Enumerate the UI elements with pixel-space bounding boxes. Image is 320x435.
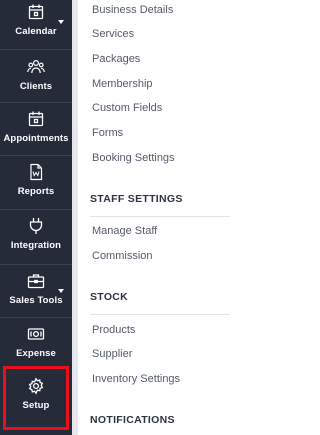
chevron-down-icon[interactable] (58, 289, 64, 293)
link-booking-settings[interactable]: Booking Settings (92, 152, 175, 164)
reports-icon (27, 163, 45, 181)
sidebar-item-label: Integration (10, 240, 62, 251)
link-commission[interactable]: Commission (92, 250, 153, 262)
sidebar-item-label: Expense (16, 348, 56, 359)
divider (0, 209, 72, 210)
divider (0, 155, 72, 156)
section-title-notifications: NOTIFICATIONS (90, 414, 175, 426)
divider (90, 314, 230, 315)
section-title-staff-settings: STAFF SETTINGS (90, 193, 183, 205)
main-sidebar: Calendar Clients Appointments Reports In… (0, 0, 72, 435)
setup-highlight-frame (3, 366, 69, 430)
money-icon (27, 325, 45, 343)
sidebar-item-appointments[interactable]: Appointments (0, 110, 72, 150)
divider (90, 216, 230, 217)
sidebar-item-expense[interactable]: Expense (0, 325, 72, 363)
divider (0, 317, 72, 318)
sidebar-item-label: Appointments (3, 133, 69, 144)
sidebar-item-label: Calendar (15, 26, 57, 37)
sidebar-item-reports[interactable]: Reports (0, 163, 72, 203)
link-business-details[interactable]: Business Details (92, 4, 173, 16)
clients-icon (27, 58, 45, 76)
sidebar-item-label: Reports (17, 186, 55, 197)
plug-icon (27, 217, 45, 235)
sidebar-item-clients[interactable]: Clients (0, 58, 72, 98)
calendar-icon (27, 3, 45, 21)
sidebar-item-label: Sales Tools (9, 295, 63, 306)
link-manage-staff[interactable]: Manage Staff (92, 225, 157, 237)
appointments-icon (27, 110, 45, 128)
divider (0, 264, 72, 265)
link-inventory-settings[interactable]: Inventory Settings (92, 373, 180, 385)
sidebar-item-calendar[interactable]: Calendar (0, 3, 72, 49)
sidebar-item-integration[interactable]: Integration (0, 217, 72, 257)
divider (0, 102, 72, 103)
sidebar-item-label: Clients (19, 81, 53, 92)
link-custom-fields[interactable]: Custom Fields (92, 102, 162, 114)
link-supplier[interactable]: Supplier (92, 348, 132, 360)
link-products[interactable]: Products (92, 324, 135, 336)
chevron-down-icon[interactable] (58, 20, 64, 24)
section-title-stock: STOCK (90, 291, 129, 303)
link-forms[interactable]: Forms (92, 127, 123, 139)
briefcase-icon (27, 272, 45, 290)
divider (0, 49, 72, 50)
setup-menu-panel: Business Details Services Packages Membe… (78, 0, 261, 435)
link-packages[interactable]: Packages (92, 53, 140, 65)
link-services[interactable]: Services (92, 28, 134, 40)
link-membership[interactable]: Membership (92, 78, 153, 90)
